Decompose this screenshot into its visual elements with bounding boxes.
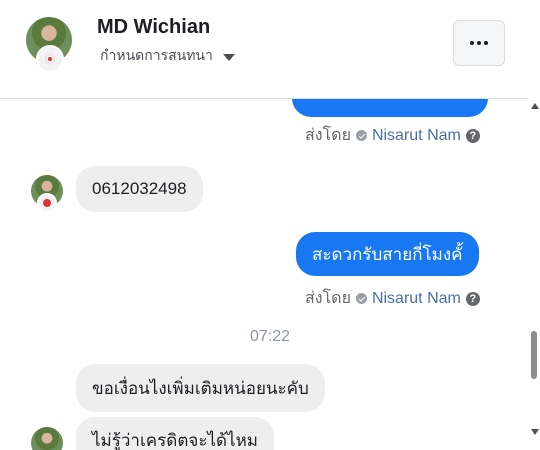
contact-avatar-small[interactable] xyxy=(31,427,63,450)
outgoing-message-bubble[interactable] xyxy=(292,99,488,117)
message-text: ไม่รู้ว่าเครดิตจะได้ไหม xyxy=(92,431,259,450)
incoming-message-bubble[interactable]: ไม่รู้ว่าเครดิตจะได้ไหม xyxy=(76,417,275,450)
outgoing-message-bubble[interactable]: สะดวกรับสายกี่โมงคั้ xyxy=(296,232,479,276)
message-text: สะดวกรับสายกี่โมงคั้ xyxy=(312,244,463,264)
message-thread[interactable]: ส่งโดย Nisarut Nam ? 0612032498 สะดวกรับ… xyxy=(0,99,528,450)
check-circle-icon xyxy=(355,130,367,141)
thread-scrollbar[interactable] xyxy=(528,99,540,450)
help-icon[interactable]: ? xyxy=(465,128,480,143)
contact-avatar[interactable] xyxy=(26,17,72,73)
incoming-message-bubble[interactable]: 0612032498 xyxy=(76,166,203,212)
sender-name[interactable]: Nisarut Nam xyxy=(372,290,461,308)
contact-name[interactable]: MD Wichian xyxy=(97,16,210,39)
scroll-up-arrow-icon[interactable] xyxy=(531,103,539,109)
page-badge-icon xyxy=(36,45,64,73)
page-badge-icon xyxy=(37,193,57,213)
scrollbar-thumb[interactable] xyxy=(531,331,537,379)
scroll-down-arrow-icon[interactable] xyxy=(531,429,539,435)
check-circle-icon xyxy=(355,293,367,304)
conversation-settings-dropdown[interactable]: กำหนดการสนทนา xyxy=(100,45,235,67)
sent-by-prefix: ส่งโดย xyxy=(305,290,351,307)
incoming-message-bubble[interactable]: ขอเงื่อนไงเพิ่มเติมหน่อยนะคับ xyxy=(76,364,325,412)
help-icon[interactable]: ? xyxy=(465,291,480,306)
caret-down-icon xyxy=(222,53,235,61)
message-text: ขอเงื่อนไงเพิ่มเติมหน่อยนะคับ xyxy=(92,378,309,398)
sent-by-label: ส่งโดย Nisarut Nam ? xyxy=(305,123,480,148)
sender-name[interactable]: Nisarut Nam xyxy=(372,127,461,145)
conversation-settings-label: กำหนดการสนทนา xyxy=(100,47,213,63)
sent-by-label: ส่งโดย Nisarut Nam ? xyxy=(305,286,480,311)
message-text: 0612032498 xyxy=(92,179,187,198)
more-dots-icon xyxy=(470,41,488,45)
conversation-header: MD Wichian กำหนดการสนทนา xyxy=(0,0,528,99)
more-options-button[interactable] xyxy=(453,20,505,66)
sent-by-prefix: ส่งโดย xyxy=(305,127,351,144)
message-timestamp: 07:22 xyxy=(250,328,291,345)
